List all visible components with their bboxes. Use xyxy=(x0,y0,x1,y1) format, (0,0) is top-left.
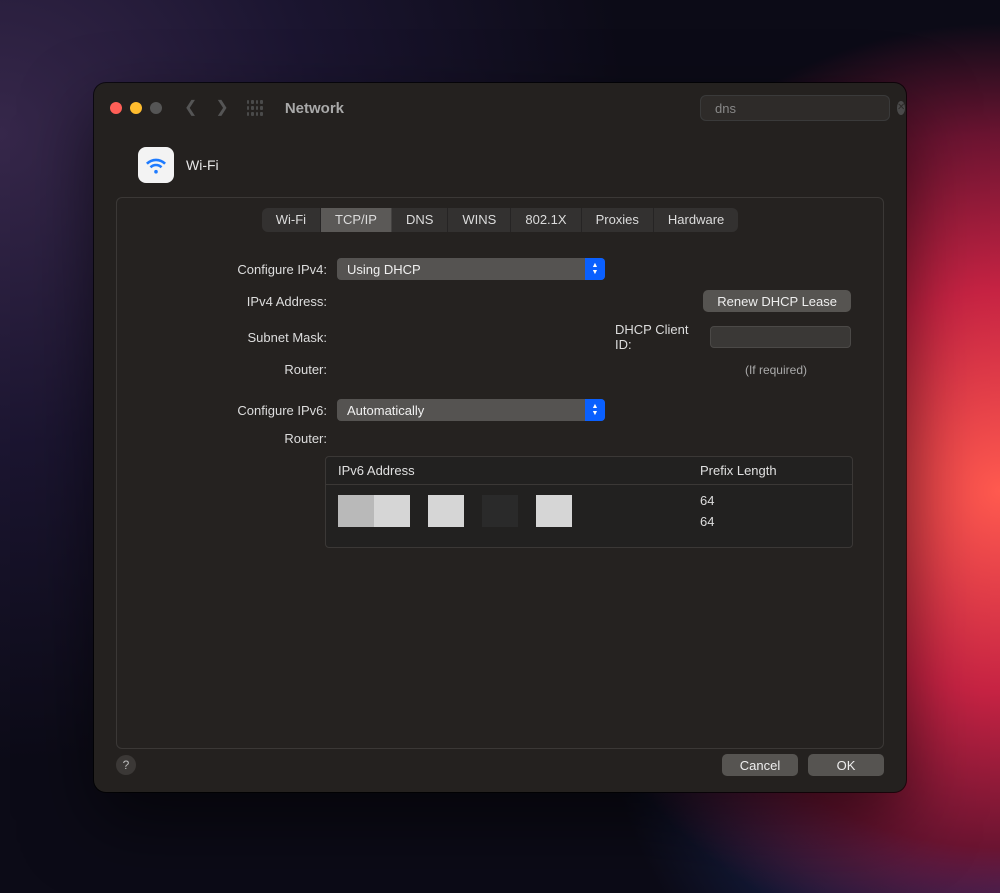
chevron-up-down-icon: ▲▼ xyxy=(585,399,605,421)
tab-proxies[interactable]: Proxies xyxy=(582,208,654,232)
ipv6-address-table: IPv6 Address Prefix Length 64 64 xyxy=(325,456,853,548)
configure-ipv6-value: Automatically xyxy=(347,403,424,418)
wifi-icon xyxy=(138,147,174,183)
col-ipv6-address: IPv6 Address xyxy=(338,463,700,478)
dhcp-client-id-hint: (If required) xyxy=(745,363,807,377)
chevron-up-down-icon: ▲▼ xyxy=(585,258,605,280)
prefix-length-value: 64 xyxy=(700,493,840,508)
renew-dhcp-lease-button[interactable]: Renew DHCP Lease xyxy=(703,290,851,312)
close-window-button[interactable] xyxy=(110,102,122,114)
dhcp-client-id-label: DHCP Client ID: xyxy=(615,322,694,352)
col-prefix-length: Prefix Length xyxy=(700,463,840,478)
configure-ipv6-select[interactable]: Automatically ▲▼ xyxy=(337,399,605,421)
network-preferences-window: ❮ ❯ Network ✕ Wi-Fi Wi-Fi TCP/IP xyxy=(94,83,906,792)
dhcp-client-id-field[interactable] xyxy=(710,326,851,348)
window-title: Network xyxy=(285,100,344,117)
nav-forward-button[interactable]: ❯ xyxy=(215,100,228,116)
service-name: Wi-Fi xyxy=(186,157,219,173)
traffic-lights xyxy=(110,102,162,114)
configure-ipv4-value: Using DHCP xyxy=(347,262,421,277)
ipv4-router-label: Router: xyxy=(141,362,327,377)
prefix-length-value: 64 xyxy=(700,514,840,529)
ipv6-router-label: Router: xyxy=(141,431,327,446)
tab-dns[interactable]: DNS xyxy=(392,208,448,232)
tcpip-panel: Wi-Fi TCP/IP DNS WINS 802.1X Proxies Har… xyxy=(116,197,884,749)
ipv6-address-cell xyxy=(338,493,700,529)
ipv4-address-label: IPv4 Address: xyxy=(141,294,327,309)
nav-back-button[interactable]: ❮ xyxy=(184,100,197,116)
show-all-prefs-icon[interactable] xyxy=(247,100,263,116)
minimize-window-button[interactable] xyxy=(130,102,142,114)
clear-search-icon[interactable]: ✕ xyxy=(897,101,905,115)
tab-wins[interactable]: WINS xyxy=(448,208,511,232)
subnet-mask-label: Subnet Mask: xyxy=(141,330,327,345)
zoom-window-button[interactable] xyxy=(150,102,162,114)
configure-ipv4-select[interactable]: Using DHCP ▲▼ xyxy=(337,258,605,280)
tab-wifi[interactable]: Wi-Fi xyxy=(262,208,321,232)
search-input[interactable] xyxy=(715,101,891,116)
settings-tabs: Wi-Fi TCP/IP DNS WINS 802.1X Proxies Har… xyxy=(262,208,739,232)
configure-ipv6-label: Configure IPv6: xyxy=(141,403,327,418)
cancel-button[interactable]: Cancel xyxy=(722,754,798,776)
configure-ipv4-label: Configure IPv4: xyxy=(141,262,327,277)
titlebar: ❮ ❯ Network ✕ xyxy=(94,83,906,133)
help-button[interactable]: ? xyxy=(116,755,136,775)
ok-button[interactable]: OK xyxy=(808,754,884,776)
tab-tcpip[interactable]: TCP/IP xyxy=(321,208,392,232)
tab-8021x[interactable]: 802.1X xyxy=(511,208,581,232)
search-field[interactable]: ✕ xyxy=(700,95,890,121)
tab-hardware[interactable]: Hardware xyxy=(654,208,738,232)
